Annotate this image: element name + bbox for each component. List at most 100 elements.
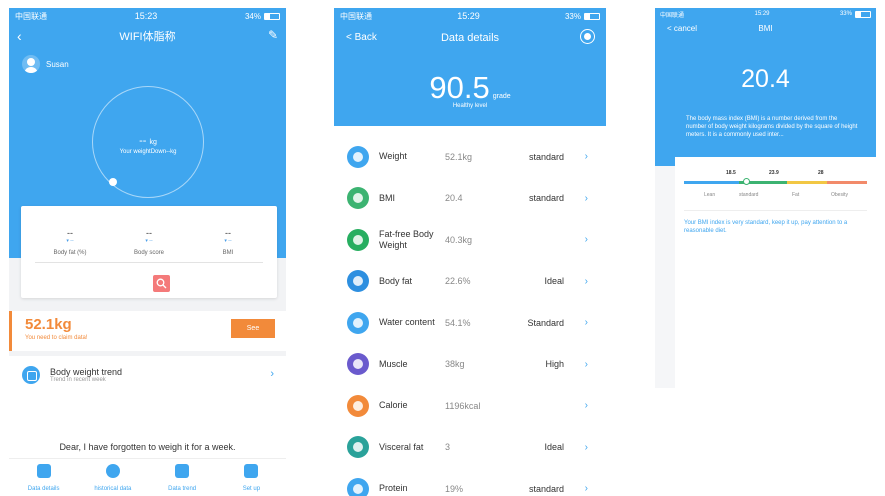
metric-value: 52.1kg — [445, 151, 473, 162]
avatar-icon — [22, 55, 40, 73]
divider — [35, 262, 263, 263]
user-switcher[interactable]: Susan — [22, 55, 69, 73]
list-item[interactable]: Muscle 38kg High › — [334, 344, 606, 386]
document-icon — [36, 464, 51, 478]
score-header: 中国联通 15:29 33% < Back Data details 90.5 g… — [334, 8, 606, 126]
metric-label: Body fat (%) — [53, 250, 87, 256]
cancel-button[interactable]: < cancel — [667, 24, 697, 33]
trend-title: Body weight trend — [50, 367, 123, 377]
nav-bar: < cancel BMI — [655, 20, 876, 36]
body-weight-trend-row[interactable]: Body weight trend Trend in recent week › — [22, 364, 274, 386]
metric-status: standard — [528, 483, 564, 494]
metric-value: 3 — [445, 442, 451, 453]
metric-value: 22.6% — [445, 276, 471, 287]
bmi-scale-card: 18.5 23.9 28 Lean standard Fat Obesity Y… — [675, 157, 876, 388]
tab-data-trend[interactable]: Data trend — [148, 459, 217, 496]
metric-status: High — [545, 359, 564, 370]
metric-name: Water content — [379, 317, 435, 328]
scale-segment — [684, 181, 739, 184]
page-title: WIFI体脂称 — [119, 31, 176, 43]
zone-lean: Lean — [704, 192, 716, 198]
list-item[interactable]: Water content 54.1% Standard › — [334, 302, 606, 344]
edit-pencil-icon[interactable]: ✎ — [268, 28, 278, 42]
chevron-right-icon: › — [584, 151, 588, 163]
metric-icon — [347, 228, 369, 251]
battery-icon — [854, 10, 871, 18]
chevron-right-icon: › — [584, 400, 588, 412]
tab-set-up[interactable]: Set up — [217, 459, 286, 496]
bmi-value: 20.4 — [741, 65, 790, 93]
metric-change: ▾ -- — [145, 238, 153, 244]
metric-change: ▾ -- — [66, 238, 74, 244]
battery-icon — [583, 12, 600, 20]
metric-name: Visceral fat — [379, 441, 424, 452]
metric-value: -- — [225, 228, 231, 238]
chevron-right-icon: › — [584, 192, 588, 204]
metric-value: 1196kcal — [445, 400, 481, 411]
score-display: 90.5 grade — [334, 70, 606, 106]
page-title: BMI — [758, 23, 773, 33]
nav-bar: < Back Data details — [334, 24, 606, 52]
metric-status: Ideal — [544, 276, 564, 287]
page-title: Data details — [440, 32, 500, 44]
tick-standard-upper: 23.9 — [769, 170, 779, 176]
back-chevron-icon[interactable]: ‹ — [17, 28, 22, 44]
metric-item: -- ▾ -- Body score — [114, 228, 184, 256]
metric-name: Calorie — [379, 400, 408, 411]
metric-name: Body fat — [379, 275, 413, 286]
tab-data-details[interactable]: Data details — [9, 459, 78, 496]
gauge-indicator-dot — [109, 178, 117, 186]
metrics-card: -- ▾ -- Body fat (%) -- ▾ -- Body score -- ▾ --… — [21, 206, 277, 298]
bmi-marker — [743, 178, 750, 185]
metric-value: 40.3kg — [445, 234, 473, 245]
data-details-screen: 中国联通 15:29 33% < Back Data details 90.5 g… — [334, 8, 606, 496]
list-item[interactable]: BMI 20.4 standard › — [334, 178, 606, 220]
score-level: Healthy level — [452, 103, 488, 109]
metric-value: 19% — [445, 483, 464, 494]
list-item[interactable]: Protein 19% standard › — [334, 468, 606, 496]
chevron-right-icon: › — [584, 275, 588, 287]
back-button[interactable]: < Back — [346, 32, 377, 43]
tick-fat-upper: 28 — [818, 170, 824, 176]
list-item[interactable]: Calorie 1196kcal › — [334, 385, 606, 427]
list-item[interactable]: Body fat 22.6% Ideal › — [334, 261, 606, 303]
metric-value: 54.1% — [445, 317, 471, 328]
home-screen: 中国联通 15:23 34% ‹ WIFI体脂称 ✎ Susan -- kg Y… — [9, 8, 286, 496]
nav-bar: ‹ WIFI体脂称 ✎ — [9, 24, 286, 48]
chevron-right-icon: › — [584, 234, 588, 246]
bar-chart-icon — [175, 464, 190, 478]
list-item[interactable]: Weight 52.1kg standard › — [334, 136, 606, 178]
see-button[interactable]: See — [231, 319, 275, 338]
clock: 15:29 — [754, 11, 770, 17]
user-name: Susan — [46, 59, 69, 69]
scale-segment — [827, 181, 867, 184]
metric-label: BMI — [222, 250, 234, 256]
metric-list: Weight 52.1kg standard › BMI 20.4 standard › Fat… — [334, 136, 606, 496]
tab-label: historical data — [94, 486, 132, 492]
metric-value: -- — [67, 228, 73, 238]
tab-label: Data trend — [168, 486, 197, 492]
metric-icon — [347, 394, 369, 417]
list-item[interactable]: Fat-free Body Weight 40.3kg › — [334, 219, 606, 261]
metric-icon — [347, 311, 369, 334]
scale-segment — [787, 181, 827, 184]
search-button[interactable] — [153, 275, 170, 292]
status-bar: 中国联通 15:29 33% — [334, 8, 606, 24]
metric-name: BMI — [379, 192, 396, 203]
score-value: 90.5 — [429, 70, 490, 105]
metric-icon — [347, 270, 369, 293]
metric-status: standard — [528, 151, 564, 162]
profile-icon[interactable] — [580, 29, 595, 44]
list-item[interactable]: Visceral fat 3 Ideal › — [334, 427, 606, 469]
battery-icon — [263, 12, 280, 20]
metric-change: ▾ -- — [224, 238, 232, 244]
chevron-right-icon: › — [584, 483, 588, 495]
clock: 15:29 — [457, 11, 480, 21]
tab-historical-data[interactable]: historical data — [78, 459, 147, 496]
metric-icon — [347, 436, 369, 459]
chevron-right-icon: › — [270, 368, 274, 380]
metric-icon — [347, 145, 369, 168]
chevron-right-icon: › — [584, 317, 588, 329]
gauge-value: -- kg — [139, 135, 157, 147]
bmi-description: The body mass index (BMI) is a number de… — [686, 116, 858, 138]
